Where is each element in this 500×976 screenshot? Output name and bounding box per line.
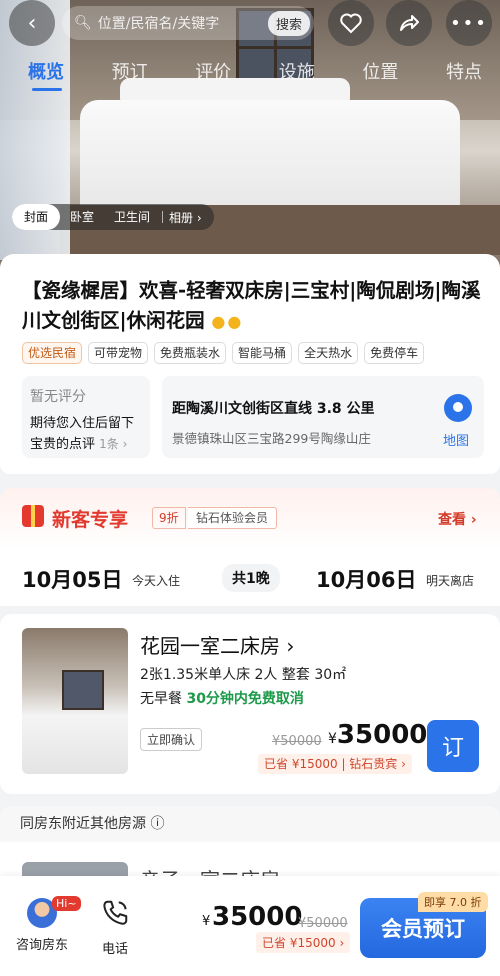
- book-room-button[interactable]: 订: [427, 720, 479, 772]
- search-input[interactable]: 🔍︎ 位置/民宿名/关键字 搜索: [62, 6, 314, 40]
- listing-info-card: 【瓷缘樨居】欢喜-轻奢双床房|三宝村|陶侃剧场|陶溪川文创街区|休闲花园 ●● …: [0, 254, 500, 474]
- room-name[interactable]: 花园一室二床房 ›: [140, 630, 294, 659]
- meal-info: 无早餐: [140, 691, 182, 707]
- room-policy: 无早餐 30分钟内免费取消: [140, 688, 304, 708]
- search-icon: 🔍︎: [74, 15, 92, 31]
- checkout-date[interactable]: 10月06日: [316, 564, 416, 594]
- favorite-button[interactable]: [328, 0, 374, 46]
- listing-title-text: 【瓷缘樨居】欢喜-轻奢双床房|三宝村|陶侃剧场|陶溪川文创街区|休闲花园: [22, 279, 481, 332]
- phone-icon: [103, 900, 128, 925]
- phone-label: 电话: [101, 942, 128, 957]
- bottom-original-price: ¥50000: [298, 916, 348, 931]
- nights-count: 共1晚: [222, 564, 280, 592]
- hi-badge: Hi~: [52, 896, 81, 911]
- nearby-title[interactable]: 同房东附近其他房源 ⓘ: [0, 806, 500, 842]
- map-pin-icon[interactable]: [444, 394, 472, 422]
- contact-host-button[interactable]: Hi~ 咨询房东: [14, 896, 81, 958]
- room-photo[interactable]: [22, 628, 128, 774]
- room-card[interactable]: 花园一室二床房 › 2张1.35米单人床 2人 整套 30㎡ 无早餐 30分钟内…: [0, 614, 500, 794]
- search-placeholder: 位置/民宿名/关键字: [97, 16, 220, 32]
- tab-reviews[interactable]: 评价: [195, 58, 231, 98]
- cancel-policy: 30分钟内免费取消: [186, 691, 304, 707]
- phone-button[interactable]: 电话: [92, 898, 138, 958]
- room-specs: 2张1.35米单人床 2人 整套 30㎡: [140, 667, 347, 683]
- tab-overview[interactable]: 概览: [28, 58, 64, 98]
- location-distance: 距陶溪川文创街区直线 3.8 公里: [172, 401, 375, 417]
- share-button[interactable]: [386, 0, 432, 46]
- promo-title: 新客专享: [52, 509, 129, 531]
- tag-preferred: 优选民宿: [22, 342, 83, 364]
- review-prompt: 期待您入住后留下宝贵的点评 1条 ›: [30, 414, 142, 455]
- chevron-left-icon: ‹: [27, 10, 37, 36]
- search-button[interactable]: 搜索: [267, 10, 310, 36]
- bottom-saving[interactable]: 已省 ¥15000 ›: [256, 932, 351, 953]
- divider: [162, 211, 164, 223]
- back-button[interactable]: ‹: [9, 0, 55, 46]
- amenity-tags: 优选民宿 可带宠物 免费瓶装水 智能马桶 全天热水 免费停车: [22, 342, 425, 364]
- tag-toilet: 智能马桶: [232, 342, 293, 364]
- date-selector[interactable]: 10月05日 今天入住 共1晚 10月06日 明天离店: [0, 550, 500, 606]
- tag-hot-water: 全天热水: [298, 342, 359, 364]
- photo-tab-cover[interactable]: 封面: [12, 204, 61, 230]
- tab-facilities[interactable]: 设施: [279, 58, 315, 98]
- promo-member-level: 钻石体验会员: [188, 507, 278, 529]
- more-button[interactable]: •••: [446, 0, 492, 46]
- more-dots-icon: •••: [450, 12, 488, 34]
- contact-host-label: 咨询房东: [15, 938, 68, 953]
- photo-category-tabs: 封面 卧室 卫生间 相册 ›: [12, 204, 214, 230]
- tab-location[interactable]: 位置: [362, 58, 398, 98]
- currency-symbol: ¥: [328, 731, 337, 747]
- rating-dots: ●●: [211, 312, 244, 331]
- bottom-price: 35000: [212, 902, 303, 932]
- bottom-currency: ¥: [202, 914, 211, 929]
- map-link[interactable]: 地图: [443, 430, 469, 449]
- tab-booking[interactable]: 预订: [112, 58, 148, 98]
- checkin-note: 今天入住: [132, 574, 181, 588]
- promo-view-link[interactable]: 查看 ›: [438, 509, 477, 529]
- instant-confirm-tag: 立即确认: [140, 728, 203, 751]
- photo-tab-album[interactable]: 相册 ›: [169, 209, 202, 226]
- tag-parking: 免费停车: [364, 342, 425, 364]
- review-score: 暂无评分: [30, 389, 86, 405]
- checkin-date[interactable]: 10月05日: [22, 564, 122, 594]
- hero-bed-front: [80, 100, 460, 220]
- review-summary[interactable]: 暂无评分 期待您入住后留下宝贵的点评 1条 ›: [22, 376, 150, 458]
- checkout-note: 明天离店: [426, 574, 475, 588]
- share-icon: [400, 15, 419, 31]
- gift-icon: [22, 505, 44, 527]
- review-count: 1条 ›: [99, 437, 128, 451]
- tag-pets: 可带宠物: [88, 342, 149, 364]
- original-price: ¥50000: [272, 734, 322, 749]
- heart-icon: [340, 13, 362, 34]
- section-tabs: 概览 预订 评价 设施 位置 特点: [0, 58, 500, 98]
- room-price: ¥35000: [328, 720, 427, 750]
- tag-water: 免费瓶装水: [154, 342, 227, 364]
- promo-discount: 9折: [152, 507, 186, 529]
- location-summary[interactable]: 距陶溪川文创街区直线 3.8 公里 景德镇珠山区三宝路299号陶缘山庄 地图: [162, 376, 484, 458]
- room-price-value: 35000: [336, 720, 428, 750]
- top-bar: ‹ 🔍︎ 位置/民宿名/关键字 搜索 •••: [0, 0, 500, 46]
- bottom-action-bar: Hi~ 咨询房东 电话 ¥ 35000 ¥50000 已省 ¥15000 › 会…: [0, 876, 500, 976]
- photo-tab-bathroom[interactable]: 卫生间: [104, 204, 160, 230]
- tab-features[interactable]: 特点: [446, 58, 482, 98]
- saving-badge[interactable]: 已省 ¥15000 | 钻石贵宾 ›: [258, 754, 412, 774]
- location-address: 景德镇珠山区三宝路299号陶缘山庄: [172, 431, 371, 446]
- member-discount-badge: 即享 7.0 折: [418, 892, 488, 912]
- room-photo-window: [62, 670, 104, 710]
- photo-tab-bedroom[interactable]: 卧室: [60, 204, 104, 230]
- new-guest-promo[interactable]: 新客专享 9折 钻石体验会员 查看 ›: [0, 488, 500, 550]
- listing-title: 【瓷缘樨居】欢喜-轻奢双床房|三宝村|陶侃剧场|陶溪川文创街区|休闲花园 ●●: [22, 276, 482, 337]
